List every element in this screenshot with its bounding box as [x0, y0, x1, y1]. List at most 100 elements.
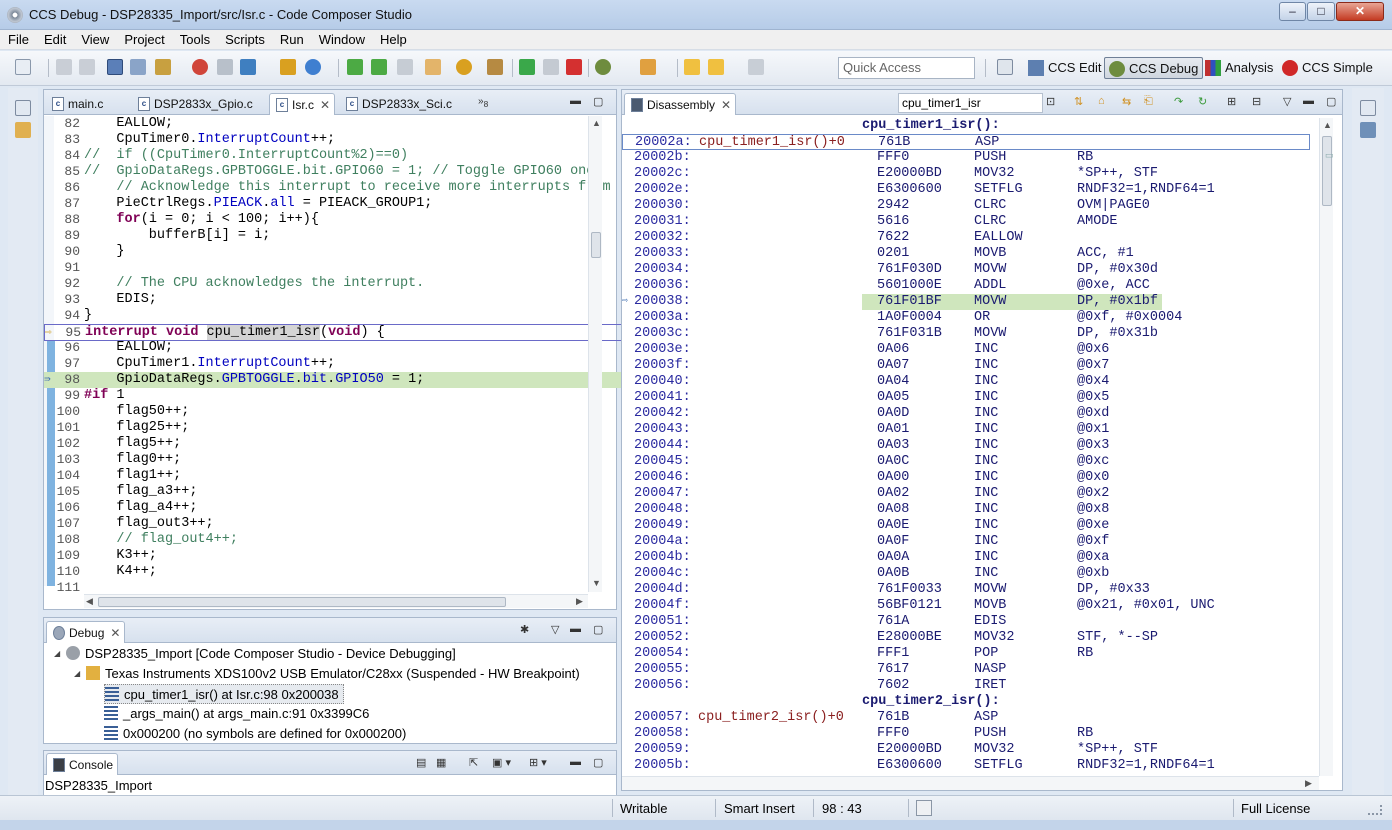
minimize-view-icon[interactable]: ▬ [570, 623, 581, 635]
code-line[interactable]: 83 CpuTimer0.InterruptCount++; [44, 132, 634, 148]
disassembly-row[interactable]: 200049: 0A0E INC @0xe [622, 518, 1312, 534]
code-line[interactable]: 90 } [44, 244, 634, 260]
maximize-view-icon[interactable]: ▢ [593, 623, 603, 636]
restore-icon[interactable] [1360, 100, 1376, 116]
code-line[interactable]: 107 flag_out3++; [44, 516, 634, 532]
perspective-ccs-simple[interactable]: CCS Simple [1278, 57, 1377, 79]
disassembly-row[interactable]: 200045: 0A0C INC @0xc [622, 454, 1312, 470]
disassembly-horizontal-scrollbar[interactable]: ▶ [622, 776, 1319, 790]
disassembly-row[interactable]: 20002a: cpu_timer1_isr()+0 761B ASP [622, 134, 1310, 150]
tab-dsp2833x-gpio-c[interactable]: c DSP2833x_Gpio.c [132, 93, 257, 115]
restart-icon[interactable] [305, 59, 321, 75]
disassembly-row[interactable]: 200046: 0A00 INC @0x0 [622, 470, 1312, 486]
menu-file[interactable]: File [0, 30, 36, 47]
disassembly-row[interactable]: 200056: 7602 IRET [622, 678, 1312, 694]
editor-horizontal-scrollbar[interactable]: ◀ ▶ [84, 594, 588, 608]
code-line[interactable]: 87 PieCtrlRegs.PIEACK.all = PIEACK_GROUP… [44, 196, 634, 212]
scroll-up-icon[interactable]: ▲ [592, 118, 601, 128]
disassembly-row[interactable]: 200054: FFF1 POP RB [622, 646, 1312, 662]
resume-icon[interactable] [519, 59, 535, 75]
disassembly-row[interactable]: 200058: FFF0 PUSH RB [622, 726, 1312, 742]
disassembly-row[interactable]: 200032: 7622 EALLOW [622, 230, 1312, 246]
step-over-icon[interactable] [371, 59, 387, 75]
disassembly-row[interactable]: 200036: 5601000E ADDL @0xe, ACC [622, 278, 1312, 294]
scroll-lock-icon[interactable]: ▦ [436, 756, 446, 769]
tab-overflow-button[interactable]: »8 [478, 96, 488, 109]
variables-view-icon[interactable] [1360, 122, 1376, 138]
code-editor[interactable]: 82 EALLOW; 83 CpuTimer0.InterruptCount++;… [44, 116, 634, 595]
code-line[interactable]: 86 // Acknowledge this interrupt to rece… [44, 180, 634, 196]
load-program-icon[interactable] [240, 59, 256, 75]
disassembly-row[interactable]: 200047: 0A02 INC @0x2 [622, 486, 1312, 502]
close-tab-icon[interactable]: ✕ [110, 626, 120, 640]
scroll-right-icon[interactable]: ▶ [1305, 778, 1312, 789]
disassembly-row[interactable]: 200031: 5616 CLRC AMODE [622, 214, 1312, 230]
editor-vertical-scrollbar[interactable]: ▲ ▼ [588, 116, 602, 592]
code-line[interactable]: 99 #if 1 [44, 388, 634, 404]
disassembly-row[interactable]: 20003e: 0A06 INC @0x6 [622, 342, 1312, 358]
minimize-button[interactable]: – [1279, 2, 1306, 21]
tab-isr-c[interactable]: c Isr.c ✕ [269, 93, 336, 115]
target-config-icon[interactable] [130, 59, 146, 75]
disassembly-row[interactable]: 200051: 761A EDIS [622, 614, 1312, 630]
disconnect-icon[interactable] [217, 59, 233, 75]
disassembly-row[interactable]: 200042: 0A0D INC @0xd [622, 406, 1312, 422]
disassembly-row[interactable]: 200041: 0A05 INC @0x5 [622, 390, 1312, 406]
disassembly-row[interactable]: 20004a: 0A0F INC @0xf [622, 534, 1312, 550]
code-line[interactable]: 102 flag5++; [44, 436, 634, 452]
open-perspective-icon[interactable] [997, 59, 1013, 75]
code-line[interactable]: 97 CpuTimer1.InterruptCount++; [44, 356, 634, 372]
minimize-view-icon[interactable]: ▬ [1303, 95, 1314, 107]
perspective-ccs-debug[interactable]: CCS Debug [1104, 57, 1204, 79]
home-icon[interactable]: ⌂ [1098, 95, 1105, 107]
code-line[interactable]: 92 // The CPU acknowledges the interrupt… [44, 276, 634, 292]
menu-run[interactable]: Run [272, 30, 311, 47]
show-source-icon[interactable]: ⎗ [1144, 95, 1153, 108]
scroll-left-icon[interactable]: ◀ [86, 596, 93, 607]
menu-view[interactable]: View [73, 30, 116, 47]
disassembly-listing[interactable]: cpu_timer1_isr(): 20002a: cpu_timer1_isr()… [622, 118, 1322, 774]
code-line[interactable]: 109 K3++; [44, 548, 634, 564]
terminate-debug-icon[interactable] [192, 59, 208, 75]
previous-annotation-icon[interactable] [684, 59, 700, 75]
code-line[interactable]: 84 // if ((CpuTimer0.InterruptCount%2)==0… [44, 148, 634, 164]
code-line[interactable]: 105 flag_a3++; [44, 484, 634, 500]
debug-session[interactable]: ◢ DSP28335_Import [Code Composer Studio -… [54, 644, 456, 664]
quick-access-input[interactable]: Quick Access [838, 57, 975, 79]
code-line[interactable]: 103 flag0++; [44, 452, 634, 468]
maximize-view-icon[interactable]: ▢ [593, 756, 603, 769]
assembly-step-icon[interactable] [487, 59, 503, 75]
close-button[interactable]: ✕ [1336, 2, 1384, 21]
menu-window[interactable]: Window [311, 30, 372, 47]
scroll-thumb[interactable] [98, 597, 506, 607]
pin-console-icon[interactable]: ⇱ [469, 756, 478, 769]
new-view-icon[interactable]: ⊟ [1252, 95, 1261, 108]
disassembly-row[interactable]: 200040: 0A04 INC @0x4 [622, 374, 1312, 390]
code-line[interactable]: 108 // flag_out4++; [44, 532, 634, 548]
remove-terminated-icon[interactable]: ✱ [520, 623, 529, 636]
disassembly-row[interactable]: 20003a: 1A0F0004 OR @0xf, #0x0004 [622, 310, 1312, 326]
back-icon[interactable] [708, 59, 724, 75]
link-with-active-icon[interactable]: ⇅ [1074, 95, 1083, 108]
disassembly-row[interactable]: ⇨ 200038: 761F01BF MOVW DP, #0x1bf [622, 294, 1312, 310]
resize-grip-icon[interactable] [1368, 805, 1382, 815]
scroll-thumb[interactable] [1322, 136, 1332, 206]
code-line[interactable]: 96 EALLOW; [44, 340, 634, 356]
disassembly-row[interactable]: 20002c: E20000BD MOV32 *SP++, STF [622, 166, 1312, 182]
disassembly-row[interactable]: 20002e: E6300600 SETFLG RNDF32=1,RNDF64=1 [622, 182, 1312, 198]
reset-icon[interactable] [280, 59, 296, 75]
menu-edit[interactable]: Edit [36, 30, 73, 47]
code-line[interactable]: 88 for(i = 0; i < 100; i++){ [44, 212, 634, 228]
disassembly-row[interactable]: 200034: 761F030D MOVW DP, #0x30d [622, 262, 1312, 278]
step-into-icon[interactable] [347, 59, 363, 75]
scroll-down-icon[interactable]: ▼ [592, 578, 601, 588]
disassembly-row[interactable]: 20003c: 761F031B MOVW DP, #0x31b [622, 326, 1312, 342]
close-tab-icon[interactable]: ✕ [320, 98, 330, 112]
code-line[interactable]: 101 flag25++; [44, 420, 634, 436]
view-menu-icon[interactable]: ▽ [1283, 95, 1291, 108]
debug-target[interactable]: ◢ Texas Instruments XDS100v2 USB Emulator… [74, 664, 580, 684]
menu-scripts[interactable]: Scripts [217, 30, 272, 47]
disassembly-row[interactable]: 20003f: 0A07 INC @0x7 [622, 358, 1312, 374]
tab-dsp2833x-sci-c[interactable]: c DSP2833x_Sci.c [340, 93, 456, 115]
minimize-view-icon[interactable]: ▬ [570, 756, 581, 768]
